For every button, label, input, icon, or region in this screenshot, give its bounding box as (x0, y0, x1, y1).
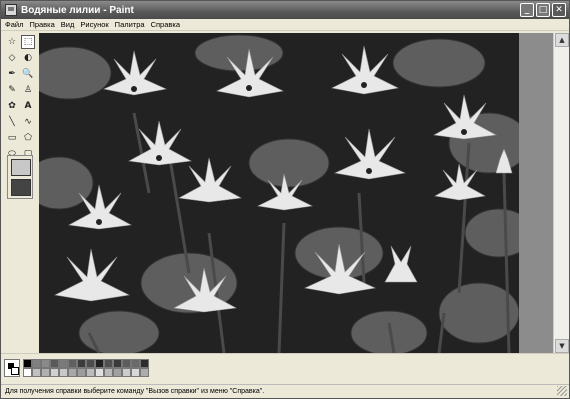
title-bar[interactable]: Водяные лилии - Paint _ □ ✕ (1, 1, 569, 19)
pick-color-tool[interactable]: ✒ (5, 67, 19, 81)
palette-swatch[interactable] (32, 359, 41, 368)
scroll-up-icon[interactable]: ▲ (555, 33, 569, 47)
curve-tool[interactable]: ∿ (21, 115, 35, 129)
text-tool[interactable]: A (21, 99, 35, 113)
palette-swatch[interactable] (95, 359, 104, 368)
palette-swatch[interactable] (23, 359, 32, 368)
paint-app-icon[interactable] (5, 4, 17, 16)
window-title: Водяные лилии - Paint (21, 4, 134, 16)
palette-swatch[interactable] (68, 359, 77, 368)
fill-tool[interactable]: ◐ (21, 51, 35, 65)
palette-swatch[interactable] (122, 368, 131, 377)
canvas-picture[interactable] (39, 33, 519, 353)
free-select-tool[interactable]: ☆ (5, 35, 19, 49)
palette-swatch[interactable] (113, 368, 122, 377)
brush-tool[interactable]: ♙ (21, 83, 35, 97)
status-bar: Для получения справки выберите команду "… (1, 384, 569, 398)
palette-swatch[interactable] (122, 359, 131, 368)
palette-swatch[interactable] (113, 359, 122, 368)
palette-swatch[interactable] (41, 368, 50, 377)
menu-image[interactable]: Рисунок (80, 20, 108, 29)
palette-swatch[interactable] (131, 359, 140, 368)
magnifier-tool[interactable]: 🔍 (21, 67, 35, 81)
palette-swatch[interactable] (77, 359, 86, 368)
palette-swatch[interactable] (86, 368, 95, 377)
menu-file[interactable]: Файл (5, 20, 23, 29)
resize-grip-icon[interactable] (557, 386, 567, 396)
rect-select-tool[interactable]: ⬚ (21, 35, 35, 49)
transparent-option[interactable] (11, 179, 31, 196)
toolbox: ☆ ⬚ ◇ ◐ ✒ 🔍 ✎ ♙ ✿ A ╲ ∿ ▭ ⬠ ⬭ ▢ (3, 33, 37, 353)
tool-options (7, 155, 33, 199)
palette-swatch[interactable] (41, 359, 50, 368)
palette-swatch[interactable] (59, 359, 68, 368)
status-text: Для получения справки выберите команду "… (5, 388, 265, 395)
scroll-down-icon[interactable]: ▼ (555, 339, 569, 353)
palette-swatch[interactable] (140, 368, 149, 377)
palette-swatch[interactable] (131, 368, 140, 377)
line-tool[interactable]: ╲ (5, 115, 19, 129)
polygon-tool[interactable]: ⬠ (21, 131, 35, 145)
menu-colors[interactable]: Палитра (115, 20, 145, 29)
maximize-button[interactable]: □ (536, 3, 550, 17)
paint-window: Водяные лилии - Paint _ □ ✕ Файл Правка … (0, 0, 570, 399)
menu-bar: Файл Правка Вид Рисунок Палитра Справка (1, 19, 569, 31)
menu-edit[interactable]: Правка (29, 20, 54, 29)
vertical-scrollbar[interactable]: ▲ ▼ (553, 33, 569, 353)
water-lilies-image (39, 33, 519, 353)
palette-swatch[interactable] (68, 368, 77, 377)
current-colors[interactable] (4, 359, 20, 377)
palette-swatch[interactable] (32, 368, 41, 377)
palette-swatch[interactable] (23, 368, 32, 377)
palette-swatch[interactable] (77, 368, 86, 377)
menu-help[interactable]: Справка (151, 20, 180, 29)
close-button[interactable]: ✕ (552, 3, 566, 17)
palette-swatch[interactable] (59, 368, 68, 377)
pencil-tool[interactable]: ✎ (5, 83, 19, 97)
palette-swatch[interactable] (104, 368, 113, 377)
eraser-tool[interactable]: ◇ (5, 51, 19, 65)
window-controls: _ □ ✕ (520, 3, 566, 17)
palette-swatch[interactable] (50, 359, 59, 368)
palette-swatches (23, 359, 149, 377)
minimize-button[interactable]: _ (520, 3, 534, 17)
menu-view[interactable]: Вид (61, 20, 75, 29)
background-color[interactable] (11, 367, 19, 375)
airbrush-tool[interactable]: ✿ (5, 99, 19, 113)
opaque-option[interactable] (11, 159, 31, 176)
palette-swatch[interactable] (50, 368, 59, 377)
palette-swatch[interactable] (95, 368, 104, 377)
palette-swatch[interactable] (86, 359, 95, 368)
palette-swatch[interactable] (104, 359, 113, 368)
palette-swatch[interactable] (140, 359, 149, 368)
color-palette-bar (1, 353, 569, 383)
workspace (39, 33, 553, 353)
rectangle-tool[interactable]: ▭ (5, 131, 19, 145)
